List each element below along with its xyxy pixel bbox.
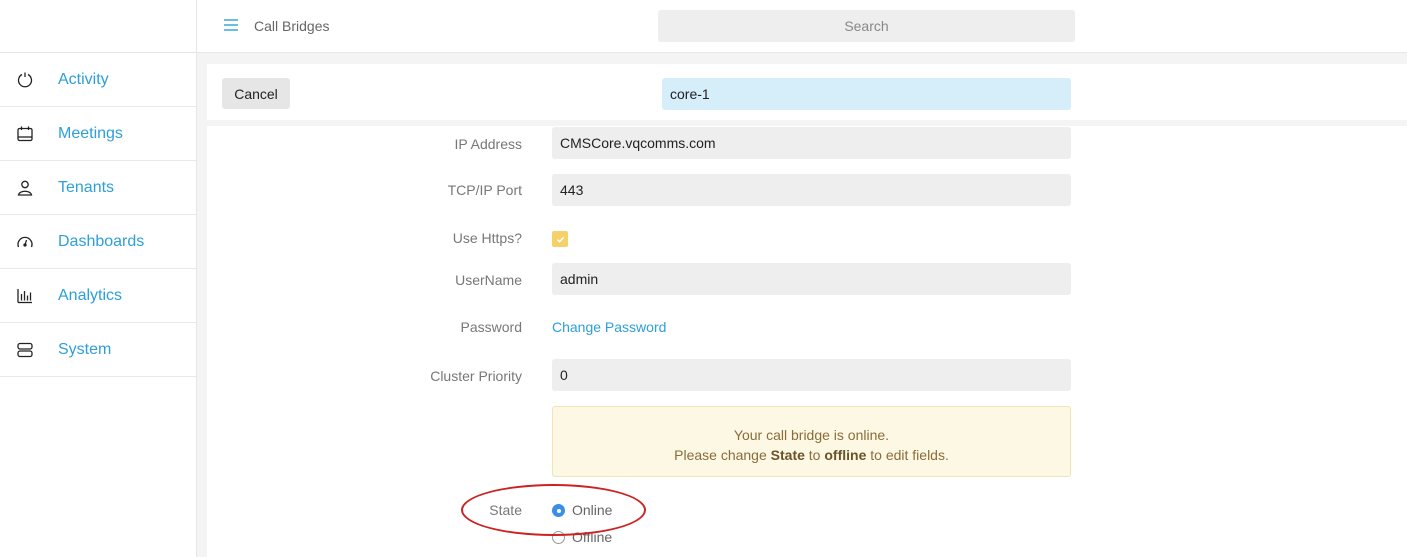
bridge-name-input[interactable] bbox=[662, 78, 1071, 110]
use-https-checkbox[interactable] bbox=[552, 231, 568, 247]
state-online-radio[interactable] bbox=[552, 504, 565, 517]
sidebar-item-activity[interactable]: Activity bbox=[0, 53, 196, 107]
calendar-icon bbox=[0, 125, 58, 143]
user-icon bbox=[0, 179, 58, 197]
password-label: Password bbox=[460, 319, 522, 335]
tcp-port-label: TCP/IP Port bbox=[447, 182, 522, 198]
server-icon bbox=[0, 341, 58, 359]
ip-address-input[interactable] bbox=[552, 127, 1071, 159]
power-icon bbox=[0, 71, 58, 89]
sidebar-item-label: Dashboards bbox=[58, 232, 145, 250]
sidebar-item-system[interactable]: System bbox=[0, 323, 196, 377]
sidebar-item-label: System bbox=[58, 340, 112, 358]
state-online-label[interactable]: Online bbox=[572, 502, 612, 518]
tcp-port-input[interactable] bbox=[552, 174, 1071, 206]
state-offline-radio[interactable] bbox=[552, 531, 565, 544]
bar-chart-icon bbox=[0, 287, 58, 305]
sidebar-item-label: Analytics bbox=[58, 286, 123, 304]
sidebar-item-dashboards[interactable]: Dashboards bbox=[0, 215, 196, 269]
cluster-priority-input[interactable] bbox=[552, 359, 1071, 391]
username-input[interactable] bbox=[552, 263, 1071, 295]
notice-line-1: Your call bridge is online. bbox=[733, 427, 890, 443]
gauge-icon bbox=[0, 233, 58, 251]
search-input[interactable] bbox=[658, 10, 1075, 42]
notice-line-2: Please change State to offline to edit f… bbox=[674, 447, 949, 463]
cancel-button[interactable]: Cancel bbox=[222, 78, 290, 109]
sidebar: Activity Meetings Tenants Dashboards Ana… bbox=[0, 0, 197, 557]
sidebar-item-label: Meetings bbox=[58, 124, 123, 142]
sidebar-item-tenants[interactable]: Tenants bbox=[0, 161, 196, 215]
sidebar-item-label: Activity bbox=[58, 70, 109, 88]
sidebar-item-label: Tenants bbox=[58, 178, 115, 196]
topbar: Call Bridges bbox=[197, 0, 1407, 53]
use-https-label: Use Https? bbox=[452, 230, 522, 246]
change-password-link[interactable]: Change Password bbox=[552, 319, 666, 335]
state-label: State bbox=[489, 502, 522, 518]
online-notice: Your call bridge is online. Please chang… bbox=[552, 406, 1071, 477]
sidebar-item-analytics[interactable]: Analytics bbox=[0, 269, 196, 323]
username-label: UserName bbox=[455, 272, 522, 288]
cluster-priority-label: Cluster Priority bbox=[430, 368, 522, 384]
sidebar-item-meetings[interactable]: Meetings bbox=[0, 107, 196, 161]
sidebar-header bbox=[0, 0, 196, 53]
menu-icon[interactable] bbox=[223, 18, 239, 32]
ip-address-label: IP Address bbox=[454, 136, 522, 152]
state-offline-label[interactable]: Offline bbox=[572, 529, 612, 545]
breadcrumb[interactable]: Call Bridges bbox=[254, 18, 329, 34]
check-icon bbox=[556, 236, 564, 243]
